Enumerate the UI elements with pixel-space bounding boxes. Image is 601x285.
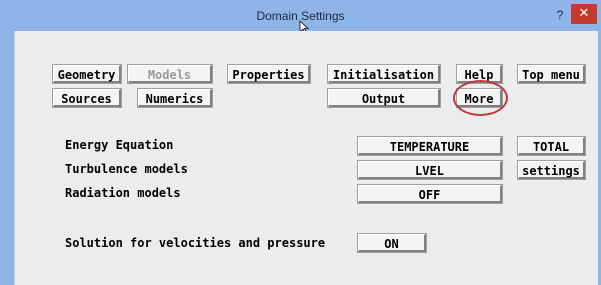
geometry-button[interactable]: Geometry [53,65,121,83]
help-question-icon[interactable]: ? [553,7,567,23]
annotation-circle [453,80,508,116]
solution-velocities-pressure-label: Solution for velocities and pressure [65,236,326,250]
domain-settings-window: Domain Settings ? ✕ Geometry Models Prop… [0,0,601,285]
output-button[interactable]: Output [328,89,440,107]
turbulence-settings-button[interactable]: settings [518,161,585,179]
turbulence-model-button[interactable]: LVEL [358,161,502,179]
close-button[interactable]: ✕ [571,4,597,24]
solution-toggle-button[interactable]: ON [358,234,426,252]
radiation-models-label: Radiation models [65,186,181,200]
radiation-model-button[interactable]: OFF [358,185,502,203]
initialisation-button[interactable]: Initialisation [328,65,440,83]
energy-total-button[interactable]: TOTAL [518,137,585,155]
energy-equation-label: Energy Equation [65,138,174,152]
energy-equation-button[interactable]: TEMPERATURE [358,137,502,155]
numerics-button[interactable]: Numerics [138,89,212,107]
properties-button[interactable]: Properties [228,65,310,83]
sources-button[interactable]: Sources [53,89,121,107]
models-button: Models [128,65,212,83]
top-menu-button[interactable]: Top menu [518,65,585,83]
turbulence-models-label: Turbulence models [65,162,188,176]
